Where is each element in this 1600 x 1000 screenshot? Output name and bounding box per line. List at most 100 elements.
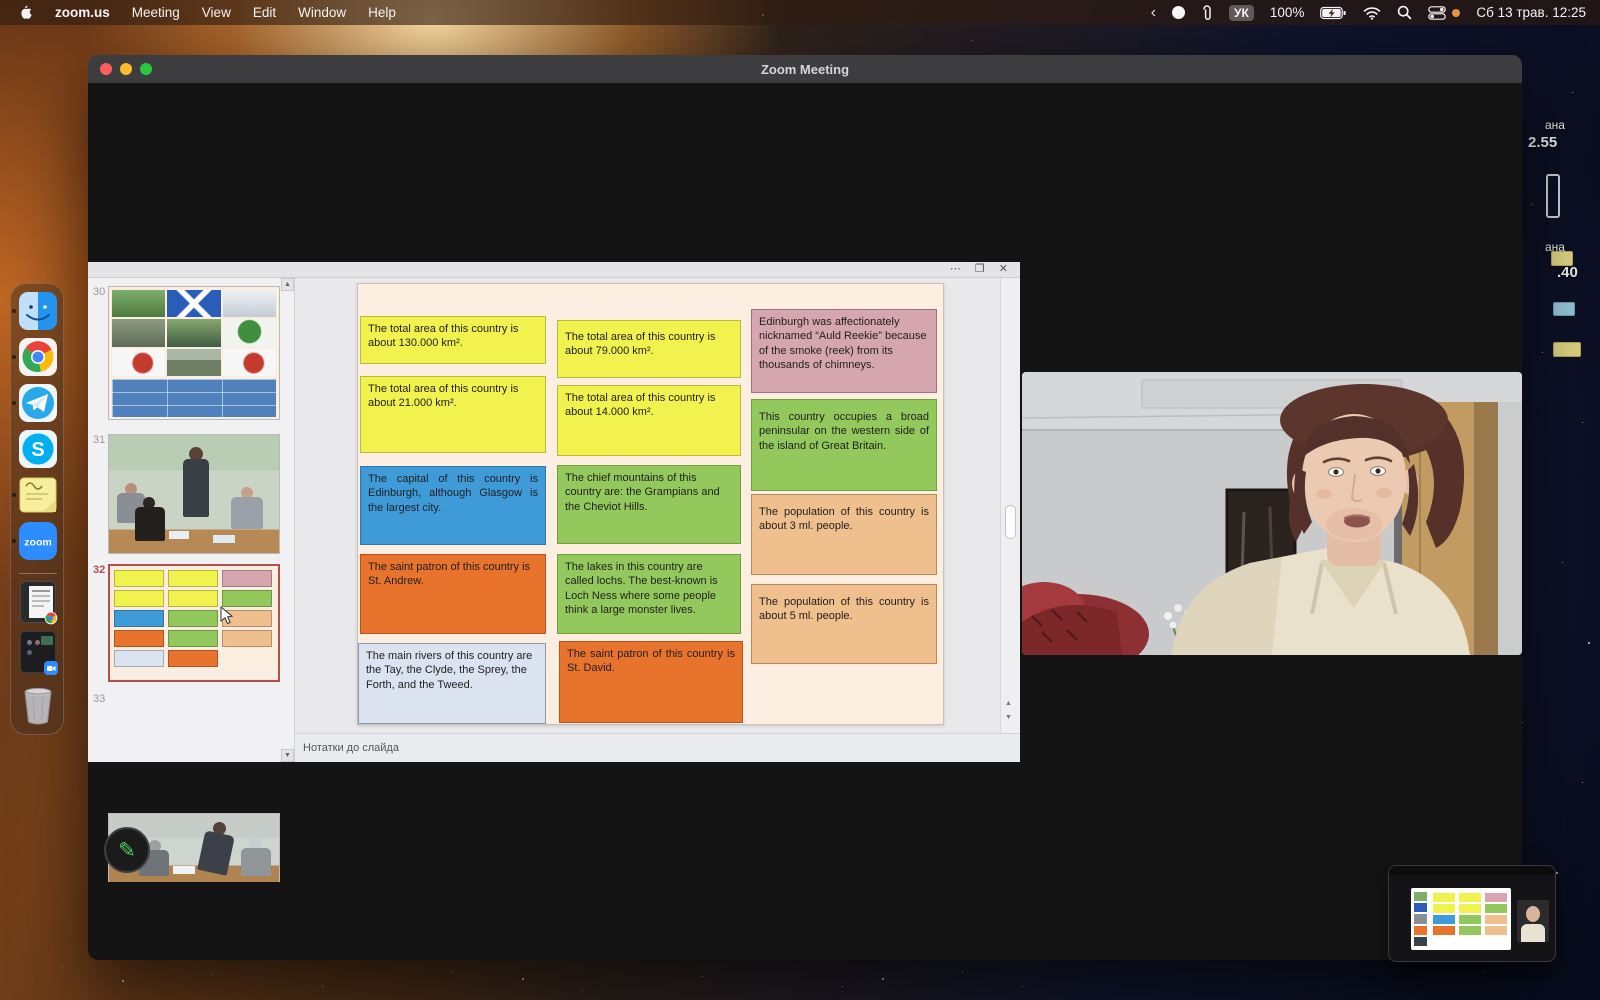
svg-text:zoom: zoom [24,537,51,549]
mini-preview-screenshot [1411,888,1511,950]
menu-app-name[interactable]: zoom.us [55,5,110,20]
desktop-file-label: ана [1545,118,1565,132]
telegram-running-dot [12,401,16,405]
mic-in-use-indicator [1452,9,1460,17]
previous-slide-button[interactable]: ▲ [1005,700,1012,707]
slide-text-box[interactable]: Edinburgh was affectionately nicknamed “… [751,309,937,393]
chrome-icon[interactable] [18,337,58,377]
desktop-file-thumbnail[interactable] [1553,342,1581,357]
menu-bar: zoom.us Meeting View Edit Window Help ‹ … [0,0,1600,25]
minimized-document-window[interactable] [20,581,56,623]
blue-table [112,379,276,417]
menubar-collapse-chevron[interactable]: ‹ [1151,4,1156,22]
telegram-icon[interactable] [18,383,58,423]
slide-text-box[interactable]: The total area of this country is about … [557,320,741,378]
menubar-clock[interactable]: Сб 13 трав. 12:25 [1476,5,1586,20]
menu-help[interactable]: Help [368,5,396,20]
scotland-flag-image [167,290,220,317]
desktop-file-value: 2.55 [1528,134,1557,151]
notes-placeholder: Нотатки до слайда [303,742,399,754]
more-options-icon[interactable]: ⋯ [950,264,961,275]
input-source-badge[interactable]: УК [1229,5,1254,21]
dock: S zoom [10,283,64,735]
mini-preview-titlebar [1389,866,1555,875]
mini-boxes-column [114,570,164,667]
meeting-mini-preview-window[interactable] [1388,865,1556,962]
dock-divider [19,573,57,574]
slide-canvas: The total area of this country is about … [295,278,1000,733]
paperclip-icon[interactable] [1201,4,1213,22]
window-titlebar[interactable]: Zoom Meeting [88,55,1522,83]
pencil-icon: ✎ [118,838,136,863]
mini-preview-video [1517,900,1549,942]
slide-text-box[interactable]: The total area of this country is about … [557,385,741,456]
thumbnails-scroll-up-button[interactable]: ▲ [281,278,294,291]
slide-number: 31 [93,434,105,446]
slide-thumbnail-31[interactable] [108,434,280,554]
clover-image [223,319,276,346]
shared-screen-powerpoint: ⋯ ❐ ✕ ▲ ▼ 30 [88,262,1020,762]
zoom-running-dot [12,539,16,543]
thumbnails-scroll-down-button[interactable]: ▼ [281,749,294,762]
slide-thumbnail-32-selected[interactable] [108,564,280,682]
slide-text-box[interactable]: The saint patron of this country is St. … [360,554,546,634]
close-icon[interactable]: ✕ [999,264,1008,275]
stickies-running-dot [12,493,16,497]
battery-icon[interactable] [1320,6,1347,20]
zoom-app-icon[interactable]: zoom [18,521,58,561]
popout-window-icon[interactable]: ❐ [975,264,985,275]
notes-bar[interactable]: Нотатки до слайда [295,733,1020,762]
slide-text-box[interactable]: The lakes in this country are called loc… [557,554,741,634]
current-slide: The total area of this country is about … [357,283,944,725]
slide-text-box[interactable]: This country occupies a broad peninsular… [751,399,937,491]
zoom-badge-icon [44,661,58,675]
slide-text-box[interactable]: The capital of this country is Edinburgh… [360,466,546,545]
battery-percent: 100% [1270,5,1305,20]
finder-icon[interactable] [18,291,58,331]
annotate-button[interactable]: ✎ [104,827,150,873]
apple-menu-icon[interactable] [18,5,33,21]
slide-text-box[interactable]: The total area of this country is about … [360,376,546,453]
scrollbar-thumb[interactable] [1005,505,1016,539]
control-center-icon[interactable] [1428,6,1446,20]
participant-video-tile[interactable] [1022,372,1522,655]
spotlight-search-icon[interactable] [1397,5,1412,20]
svg-text:S: S [31,439,44,461]
slide-text-box[interactable]: The chief mountains of this country are:… [557,465,741,544]
participant-video-frame [1022,372,1522,655]
slide-thumbnail-30[interactable] [108,286,280,420]
mouse-cursor [220,606,233,625]
slide-number: 33 [93,693,105,705]
uk-map-image [112,349,165,376]
next-slide-button[interactable]: ▼ [1005,714,1012,721]
window-title: Zoom Meeting [88,62,1522,77]
menu-view[interactable]: View [202,5,231,20]
wifi-icon[interactable] [1363,6,1381,20]
menu-window[interactable]: Window [298,5,346,20]
slide-scrollbar[interactable]: ▲ ▼ [1000,278,1020,733]
slide-text-box[interactable]: The population of this country is about … [751,494,937,575]
menu-edit[interactable]: Edit [253,5,276,20]
desktop-file-outline[interactable] [1546,174,1560,218]
desktop-file-thumbnail[interactable] [1553,302,1575,316]
slide-number: 30 [93,286,105,298]
chrome-running-dot [12,355,16,359]
slide-text-box[interactable]: The main rivers of this country are the … [358,643,546,724]
slide-text-box[interactable]: The total area of this country is about … [360,316,546,364]
chrome-badge-icon [44,611,58,625]
stickies-icon[interactable] [18,475,58,515]
zoom-meeting-window: Zoom Meeting ⋯ ❐ ✕ ▲ ▼ 30 [88,55,1522,960]
desktop-file-value: .40 [1557,264,1578,281]
slide-text-box[interactable]: The saint patron of this country is St. … [559,641,743,723]
ppt-window-header: ⋯ ❐ ✕ [88,262,1020,278]
screen-recording-indicator[interactable] [1172,6,1185,19]
skype-icon[interactable]: S [18,429,58,469]
finder-running-dot [12,309,16,313]
mini-boxes-column [168,570,218,667]
slide-text-box[interactable]: The population of this country is about … [751,584,937,664]
photo-collage [112,290,276,376]
menu-meeting[interactable]: Meeting [132,5,180,20]
minimized-meeting-window[interactable] [20,631,56,673]
slide-number-selected: 32 [93,564,105,576]
trash-icon[interactable] [18,680,58,728]
